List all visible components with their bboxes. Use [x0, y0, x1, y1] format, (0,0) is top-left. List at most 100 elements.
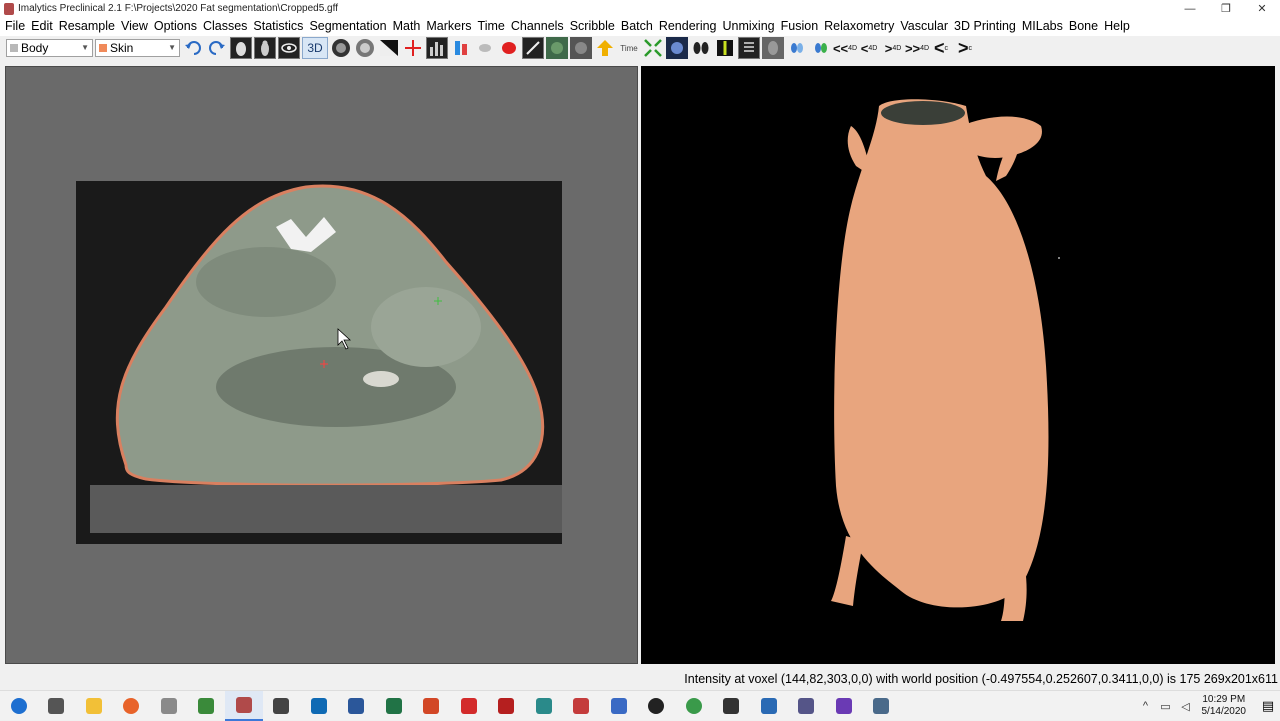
next-frame-4d-button[interactable]: >4D: [882, 37, 904, 59]
menu-vascular[interactable]: Vascular: [897, 17, 951, 36]
menu-time[interactable]: Time: [475, 17, 508, 36]
brain-button[interactable]: [666, 37, 688, 59]
taskbar-outlook[interactable]: [300, 691, 338, 721]
taskbar-excel[interactable]: [375, 691, 413, 721]
tissue-region: [196, 247, 336, 317]
taskbar-powerpoint[interactable]: [413, 691, 451, 721]
ring-view-button[interactable]: [330, 37, 352, 59]
overlay-green-button[interactable]: [546, 37, 568, 59]
taskbar-imalytics[interactable]: [225, 691, 263, 721]
crosshair-button[interactable]: [402, 37, 424, 59]
close-button[interactable]: ✕: [1244, 0, 1280, 17]
next-channel-button[interactable]: >c: [954, 37, 976, 59]
channel-blue-button[interactable]: [786, 37, 808, 59]
redo-button[interactable]: [206, 37, 228, 59]
menu-classes[interactable]: Classes: [200, 17, 250, 36]
menu-file[interactable]: File: [2, 17, 28, 36]
taskbar-app-teacher[interactable]: [263, 691, 301, 721]
gradient-icon: [379, 39, 399, 57]
color-lut-button[interactable]: [450, 37, 472, 59]
taskbar-app-teal[interactable]: [525, 691, 563, 721]
taskbar-chrome[interactable]: [675, 691, 713, 721]
slice-viewport[interactable]: [5, 66, 638, 664]
taskbar-app-helper[interactable]: [150, 691, 188, 721]
taskbar-app-green[interactable]: [188, 691, 226, 721]
ring-view-alt-button[interactable]: [354, 37, 376, 59]
subclass-select[interactable]: Skin ▼: [95, 39, 180, 57]
undo-button[interactable]: [182, 37, 204, 59]
channel-green-button[interactable]: [810, 37, 832, 59]
blob-button[interactable]: [474, 37, 496, 59]
menu-options[interactable]: Options: [151, 17, 200, 36]
upload-button[interactable]: [594, 37, 616, 59]
menu-fusion[interactable]: Fusion: [778, 17, 822, 36]
menu-segmentation[interactable]: Segmentation: [306, 17, 389, 36]
taskbar-app-dark[interactable]: [713, 691, 751, 721]
notification-icon[interactable]: ▤: [1256, 691, 1280, 721]
taskbar-obs[interactable]: [638, 691, 676, 721]
taskbar-word[interactable]: [338, 691, 376, 721]
prev-frame-4d-button[interactable]: <4D: [858, 37, 880, 59]
menu-scribble[interactable]: Scribble: [567, 17, 618, 36]
taskbar-task-view[interactable]: [38, 691, 76, 721]
taskbar-firefox[interactable]: [113, 691, 151, 721]
prev-channel-sup: c: [945, 45, 949, 52]
taskbar-app-monitor[interactable]: [863, 691, 901, 721]
ribcage-button[interactable]: [738, 37, 760, 59]
menu-edit[interactable]: Edit: [28, 17, 56, 36]
brush-button[interactable]: [522, 37, 544, 59]
undo-icon: [184, 40, 202, 56]
taskbar-app-network[interactable]: [600, 691, 638, 721]
gradient-button[interactable]: [378, 37, 400, 59]
eye-view-button[interactable]: [278, 37, 300, 59]
menu-batch[interactable]: Batch: [618, 17, 656, 36]
histogram-button[interactable]: [426, 37, 448, 59]
network-icon[interactable]: ▭: [1158, 691, 1174, 721]
taskbar-app-red-box[interactable]: [563, 691, 601, 721]
menu-view[interactable]: View: [118, 17, 151, 36]
taskbar-file-explorer[interactable]: [75, 691, 113, 721]
menu-statistics[interactable]: Statistics: [250, 17, 306, 36]
volume-icon[interactable]: ◁: [1178, 691, 1194, 721]
chevron-up-icon[interactable]: ^: [1138, 691, 1154, 721]
region-button[interactable]: [498, 37, 520, 59]
skeleton-button[interactable]: [714, 37, 736, 59]
ribcage-icon: [740, 39, 758, 57]
menu-help[interactable]: Help: [1101, 17, 1133, 36]
menu-math[interactable]: Math: [390, 17, 424, 36]
last-frame-4d-button[interactable]: >>4D: [906, 37, 928, 59]
restore-button[interactable]: ❐: [1208, 0, 1244, 17]
clock[interactable]: 10:29 PM 5/14/2020: [1202, 694, 1247, 718]
taskbar-start-button[interactable]: [0, 691, 38, 721]
tissue-button[interactable]: [762, 37, 784, 59]
mouse-view-button[interactable]: [230, 37, 252, 59]
taskbar-acrobat[interactable]: [450, 691, 488, 721]
eye-icon: [280, 39, 298, 57]
menu-milabs[interactable]: MILabs: [1019, 17, 1066, 36]
menu-3d-printing[interactable]: 3D Printing: [951, 17, 1019, 36]
menu-unmixing[interactable]: Unmixing: [720, 17, 778, 36]
prev-channel-button[interactable]: <c: [930, 37, 952, 59]
first-frame-4d-button[interactable]: <<4D: [834, 37, 856, 59]
tissue-icon: [764, 39, 782, 57]
body-view-button[interactable]: [254, 37, 276, 59]
menu-relaxometry[interactable]: Relaxometry: [821, 17, 897, 36]
menu-markers[interactable]: Markers: [423, 17, 474, 36]
taskbar-app-molecule[interactable]: [788, 691, 826, 721]
three-d-button[interactable]: 3D: [302, 37, 328, 59]
taskbar-app-bird[interactable]: [750, 691, 788, 721]
menu-channels[interactable]: Channels: [508, 17, 567, 36]
class-select[interactable]: Body ▼: [6, 39, 93, 57]
expand-button[interactable]: [642, 37, 664, 59]
minimize-button[interactable]: —: [1172, 0, 1208, 17]
menu-bone[interactable]: Bone: [1066, 17, 1101, 36]
render-3d-viewport[interactable]: [641, 66, 1275, 664]
taskbar-visual-studio[interactable]: [825, 691, 863, 721]
taskbar-filezilla[interactable]: [488, 691, 526, 721]
menu-resample[interactable]: Resample: [56, 17, 118, 36]
lungs-button[interactable]: [690, 37, 712, 59]
time-button[interactable]: Time: [618, 37, 640, 59]
overlay-dark-button[interactable]: [570, 37, 592, 59]
menu-rendering[interactable]: Rendering: [656, 17, 720, 36]
overlay-dark-icon: [572, 39, 590, 57]
